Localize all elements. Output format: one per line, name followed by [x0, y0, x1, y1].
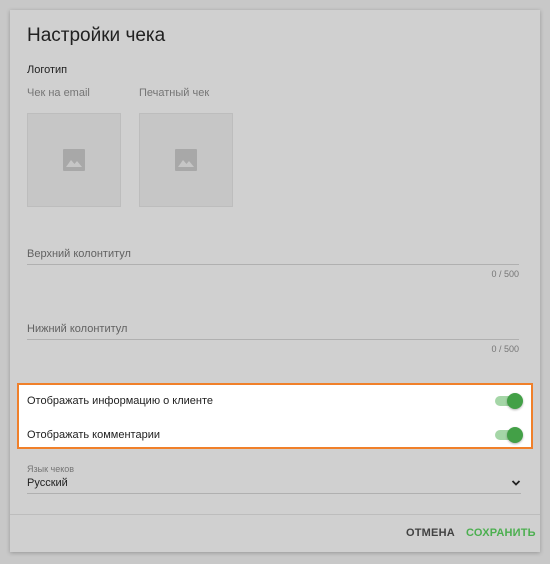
image-icon: [175, 149, 197, 171]
toggle-client-info-switch[interactable]: [495, 393, 523, 409]
language-select-value: Русский: [27, 477, 68, 489]
toggle-comments-label: Отображать комментарии: [27, 429, 160, 441]
logo-section-label: Логотип: [27, 64, 68, 76]
footer-field-counter: 0 / 500: [491, 344, 519, 354]
footer-field-underline: [27, 339, 519, 340]
header-field-counter: 0 / 500: [491, 269, 519, 279]
language-select-field[interactable]: Русский: [27, 477, 521, 494]
switch-thumb: [507, 427, 523, 443]
toggle-comments-switch[interactable]: [495, 427, 523, 443]
header-field-label: Верхний колонтитул: [27, 248, 131, 260]
footer-divider: [10, 514, 540, 515]
toggle-row-comments: Отображать комментарии: [27, 420, 523, 450]
save-button[interactable]: СОХРАНИТЬ: [466, 523, 536, 543]
header-field[interactable]: Верхний колонтитул 0 / 500: [27, 248, 519, 279]
footer-field[interactable]: Нижний колонтитул 0 / 500: [27, 323, 519, 354]
language-select-label: Язык чеков: [27, 464, 75, 474]
dialog-title: Настройки чека: [27, 25, 166, 46]
switch-thumb: [507, 393, 523, 409]
header-field-underline: [27, 264, 519, 265]
receipt-settings-dialog: Настройки чека Логотип Чек на email Печа…: [10, 10, 540, 552]
footer-field-label: Нижний колонтитул: [27, 323, 128, 335]
toggle-row-client-info: Отображать информацию о клиенте: [27, 386, 523, 416]
print-logo-caption: Печатный чек: [139, 87, 210, 99]
cancel-button[interactable]: ОТМЕНА: [406, 523, 455, 543]
toggle-client-info-label: Отображать информацию о клиенте: [27, 395, 214, 407]
email-logo-caption: Чек на email: [27, 87, 90, 99]
toggles-highlight: Отображать информацию о клиенте Отобража…: [17, 383, 533, 449]
language-select[interactable]: Язык чеков Русский: [27, 464, 521, 494]
print-logo-upload[interactable]: [139, 113, 233, 207]
image-icon: [63, 149, 85, 171]
email-logo-upload[interactable]: [27, 113, 121, 207]
chevron-down-icon: [511, 480, 521, 486]
